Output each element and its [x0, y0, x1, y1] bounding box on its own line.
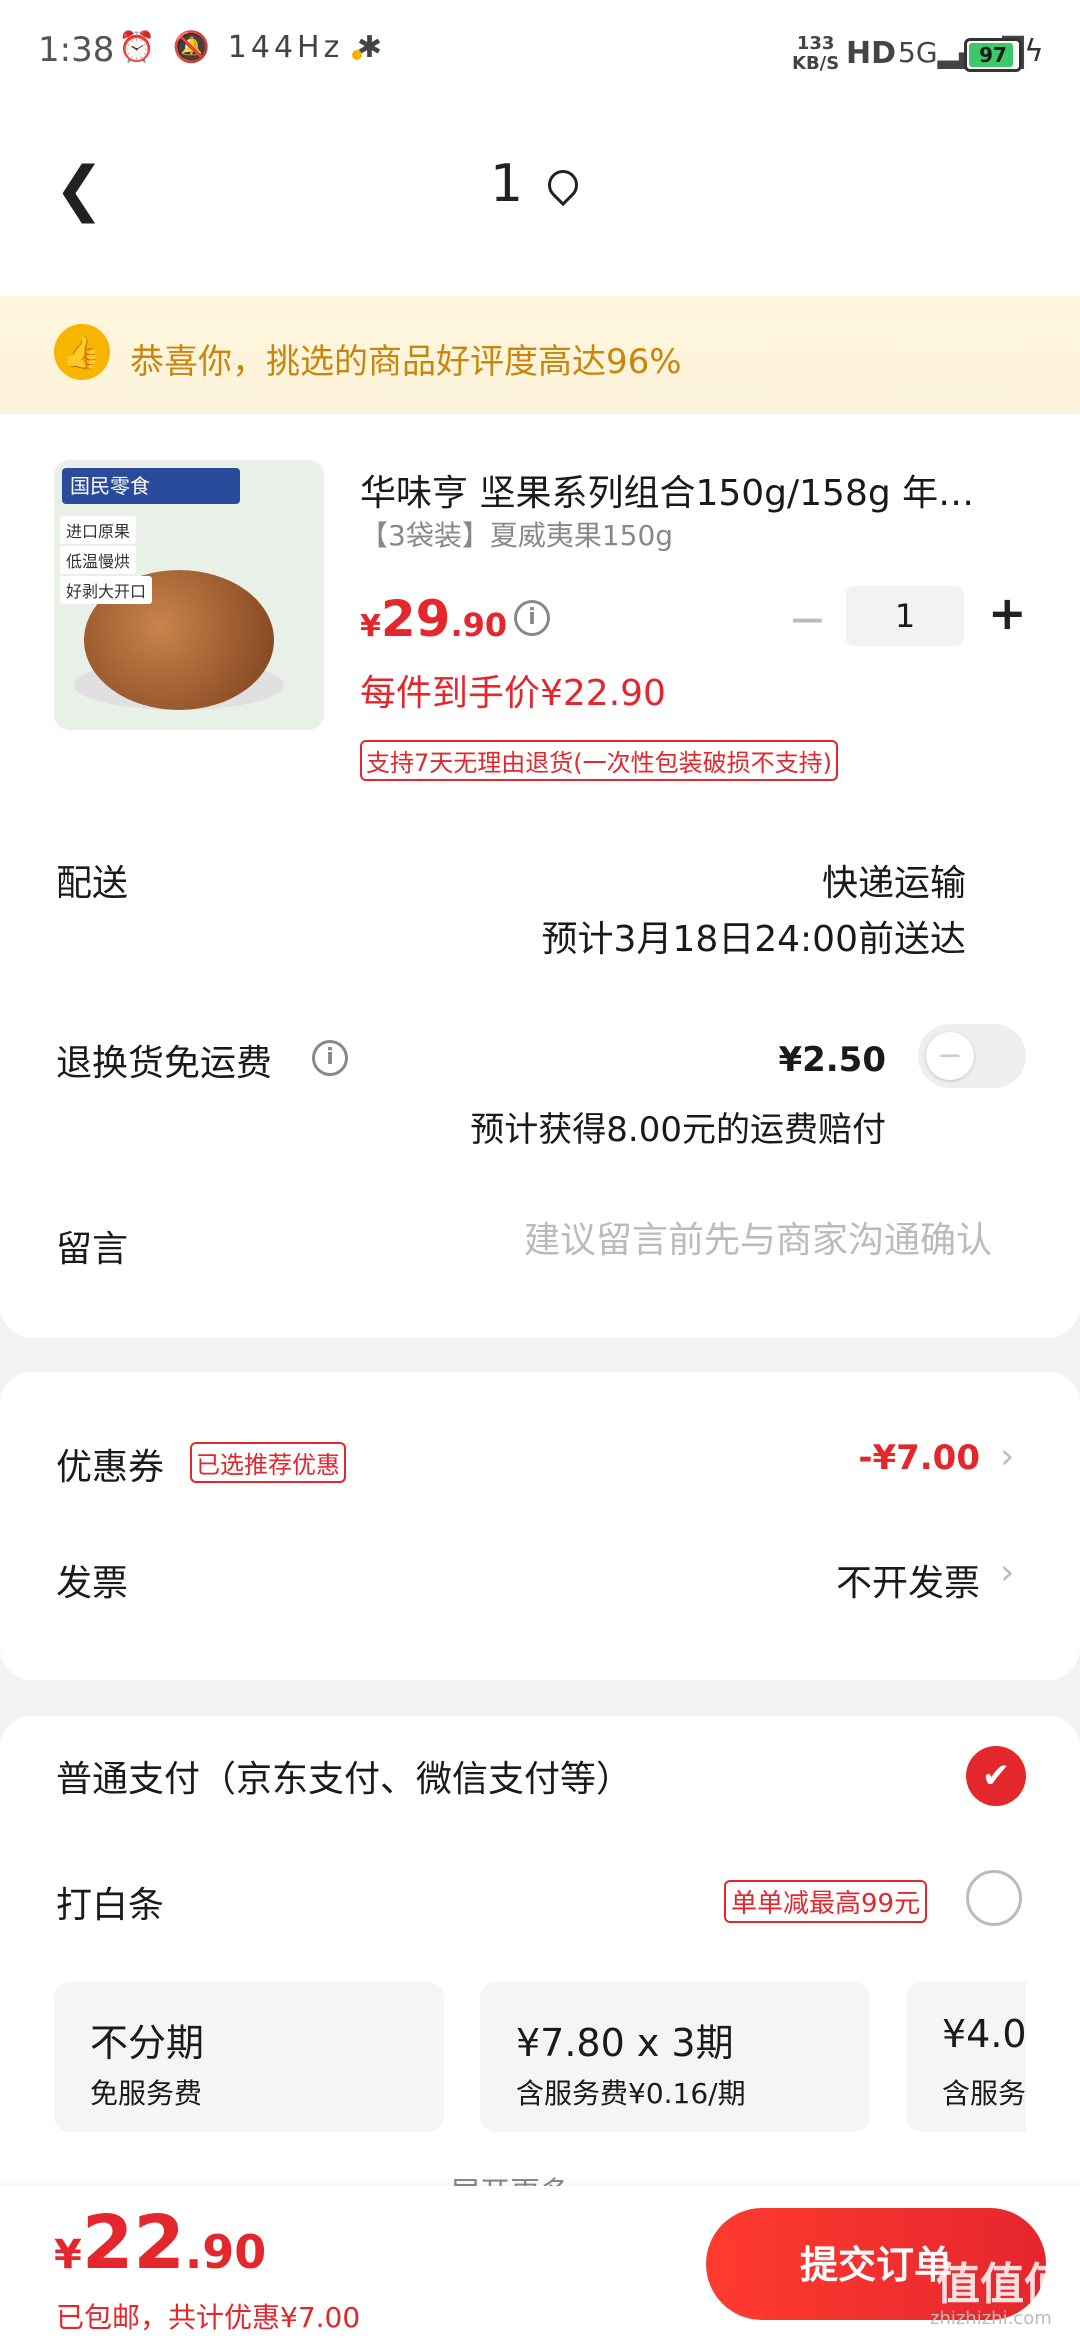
image-tag: 好剥大开口 [60, 576, 153, 604]
installment-fee: 含服务 [942, 2077, 1026, 2110]
product-name[interactable]: 华味亨 坚果系列组合150g/158g 年货坚果礼盒 [360, 464, 1000, 516]
installment-title: ¥7.80 x 3期 [516, 2021, 734, 2065]
product-card: 国民零食 进口原果 低温慢烘 好剥大开口 华味亨 坚果系列组合150g/158g… [0, 414, 1080, 1338]
back-button[interactable]: ❮ [54, 154, 104, 224]
toggle-knob: − [926, 1032, 974, 1080]
delivery-eta: 预计3月18日24:00前送达 [541, 919, 966, 960]
unit-final-price: 每件到手价¥22.90 [360, 673, 666, 714]
price-info-icon[interactable]: i [514, 600, 550, 636]
product-spec[interactable]: 【3袋装】夏威夷果150g [360, 514, 673, 554]
note-input[interactable] [470, 1214, 994, 1266]
installment-fee: 免服务费 [90, 2077, 203, 2110]
delivery-method: 快递运输 [821, 863, 966, 904]
quantity-minus-button[interactable]: − [788, 592, 827, 646]
quantity-value[interactable]: 1 [846, 586, 964, 646]
charging-icon: ϟ [1024, 34, 1044, 69]
network-speed: 133 KB/S [792, 33, 840, 74]
chevron-right-icon[interactable]: › [1000, 1552, 1014, 1593]
total-decimal: .90 [184, 2225, 267, 2279]
hd-indicator: HD [846, 36, 897, 71]
return-freight-toggle[interactable]: − [918, 1024, 1026, 1088]
price-currency: ¥ [360, 609, 381, 644]
total-price: ¥22.90 [54, 2200, 266, 2286]
return-freight-price: ¥2.50 [778, 1040, 886, 1080]
quantity-plus-button[interactable]: + [988, 586, 1027, 640]
invoice-label: 发票 [56, 1563, 129, 1604]
total-summary: 已包邮，共计优惠¥7.00 [56, 2301, 361, 2334]
coupon-badge: 已选推荐优惠 [190, 1442, 346, 1483]
checkout-bar: ¥22.90 已包邮，共计优惠¥7.00 提交订单 [0, 2186, 1080, 2340]
notification-dot [352, 50, 362, 60]
banner-text: 恭喜你，挑选的商品好评度高达96% [130, 342, 682, 382]
page-title: 1 [490, 154, 524, 214]
discount-card: 优惠券 已选推荐优惠 -¥7.00 › 发票 不开发票 › [0, 1372, 1080, 1680]
installment-option[interactable]: ¥4.0 含服务 [906, 1982, 1026, 2132]
product-image[interactable]: 国民零食 进口原果 低温慢烘 好剥大开口 [54, 460, 324, 730]
chevron-right-icon[interactable]: › [1000, 1436, 1014, 1477]
note-label: 留言 [56, 1229, 129, 1270]
image-tag: 低温慢烘 [60, 546, 137, 574]
installment-fee: 含服务费¥0.16/期 [516, 2077, 746, 2110]
thumbs-up-icon: 👍 [54, 324, 110, 380]
total-integer: 22 [81, 2200, 185, 2286]
return-policy-badge: 支持7天无理由退货(一次性包装破损不支持) [360, 740, 838, 781]
installment-option[interactable]: ¥7.80 x 3期 含服务费¥0.16/期 [480, 1982, 870, 2132]
product-brand-label: 国民零食 [62, 468, 240, 504]
price-decimal: .90 [450, 606, 508, 644]
return-freight-label: 退换货免运费 [56, 1043, 273, 1084]
coupon-value[interactable]: -¥7.00 [858, 1438, 980, 1478]
status-icons: ⏰ 🔕 144Hz ✱ [118, 30, 387, 65]
battery-level: 97 [979, 43, 1007, 67]
image-tag: 进口原果 [60, 516, 137, 544]
status-time: 1:38 [38, 30, 115, 70]
return-freight-info-icon[interactable]: i [312, 1040, 348, 1076]
product-price: ¥29.90 [360, 590, 507, 648]
watermark-url: zhizhizhi.com [930, 2308, 1052, 2329]
installment-title: 不分期 [90, 2021, 205, 2065]
return-freight-note: 预计获得8.00元的运费赔付 [470, 1110, 886, 1150]
status-bar: 1:38 ⏰ 🔕 144Hz ✱ 133 KB/S HD 5G▂▄▆█ 97 ϟ [0, 0, 1080, 110]
coupon-label: 优惠券 [56, 1447, 165, 1488]
total-currency: ¥ [54, 2232, 82, 2278]
location-pin-icon[interactable] [541, 163, 585, 207]
price-integer: 29 [380, 590, 451, 648]
battery-icon: 97 [964, 38, 1022, 72]
delivery-label: 配送 [56, 863, 129, 904]
invoice-value[interactable]: 不开发票 [836, 1554, 980, 1606]
header: ❮ 1 [0, 110, 1080, 296]
watermark-logo: 值值值 [936, 2259, 1068, 2310]
installment-option[interactable]: 不分期 免服务费 [54, 1982, 444, 2132]
installment-title: ¥4.0 [942, 2012, 1026, 2056]
praise-banner: 👍 恭喜你，挑选的商品好评度高达96% [0, 296, 1080, 414]
